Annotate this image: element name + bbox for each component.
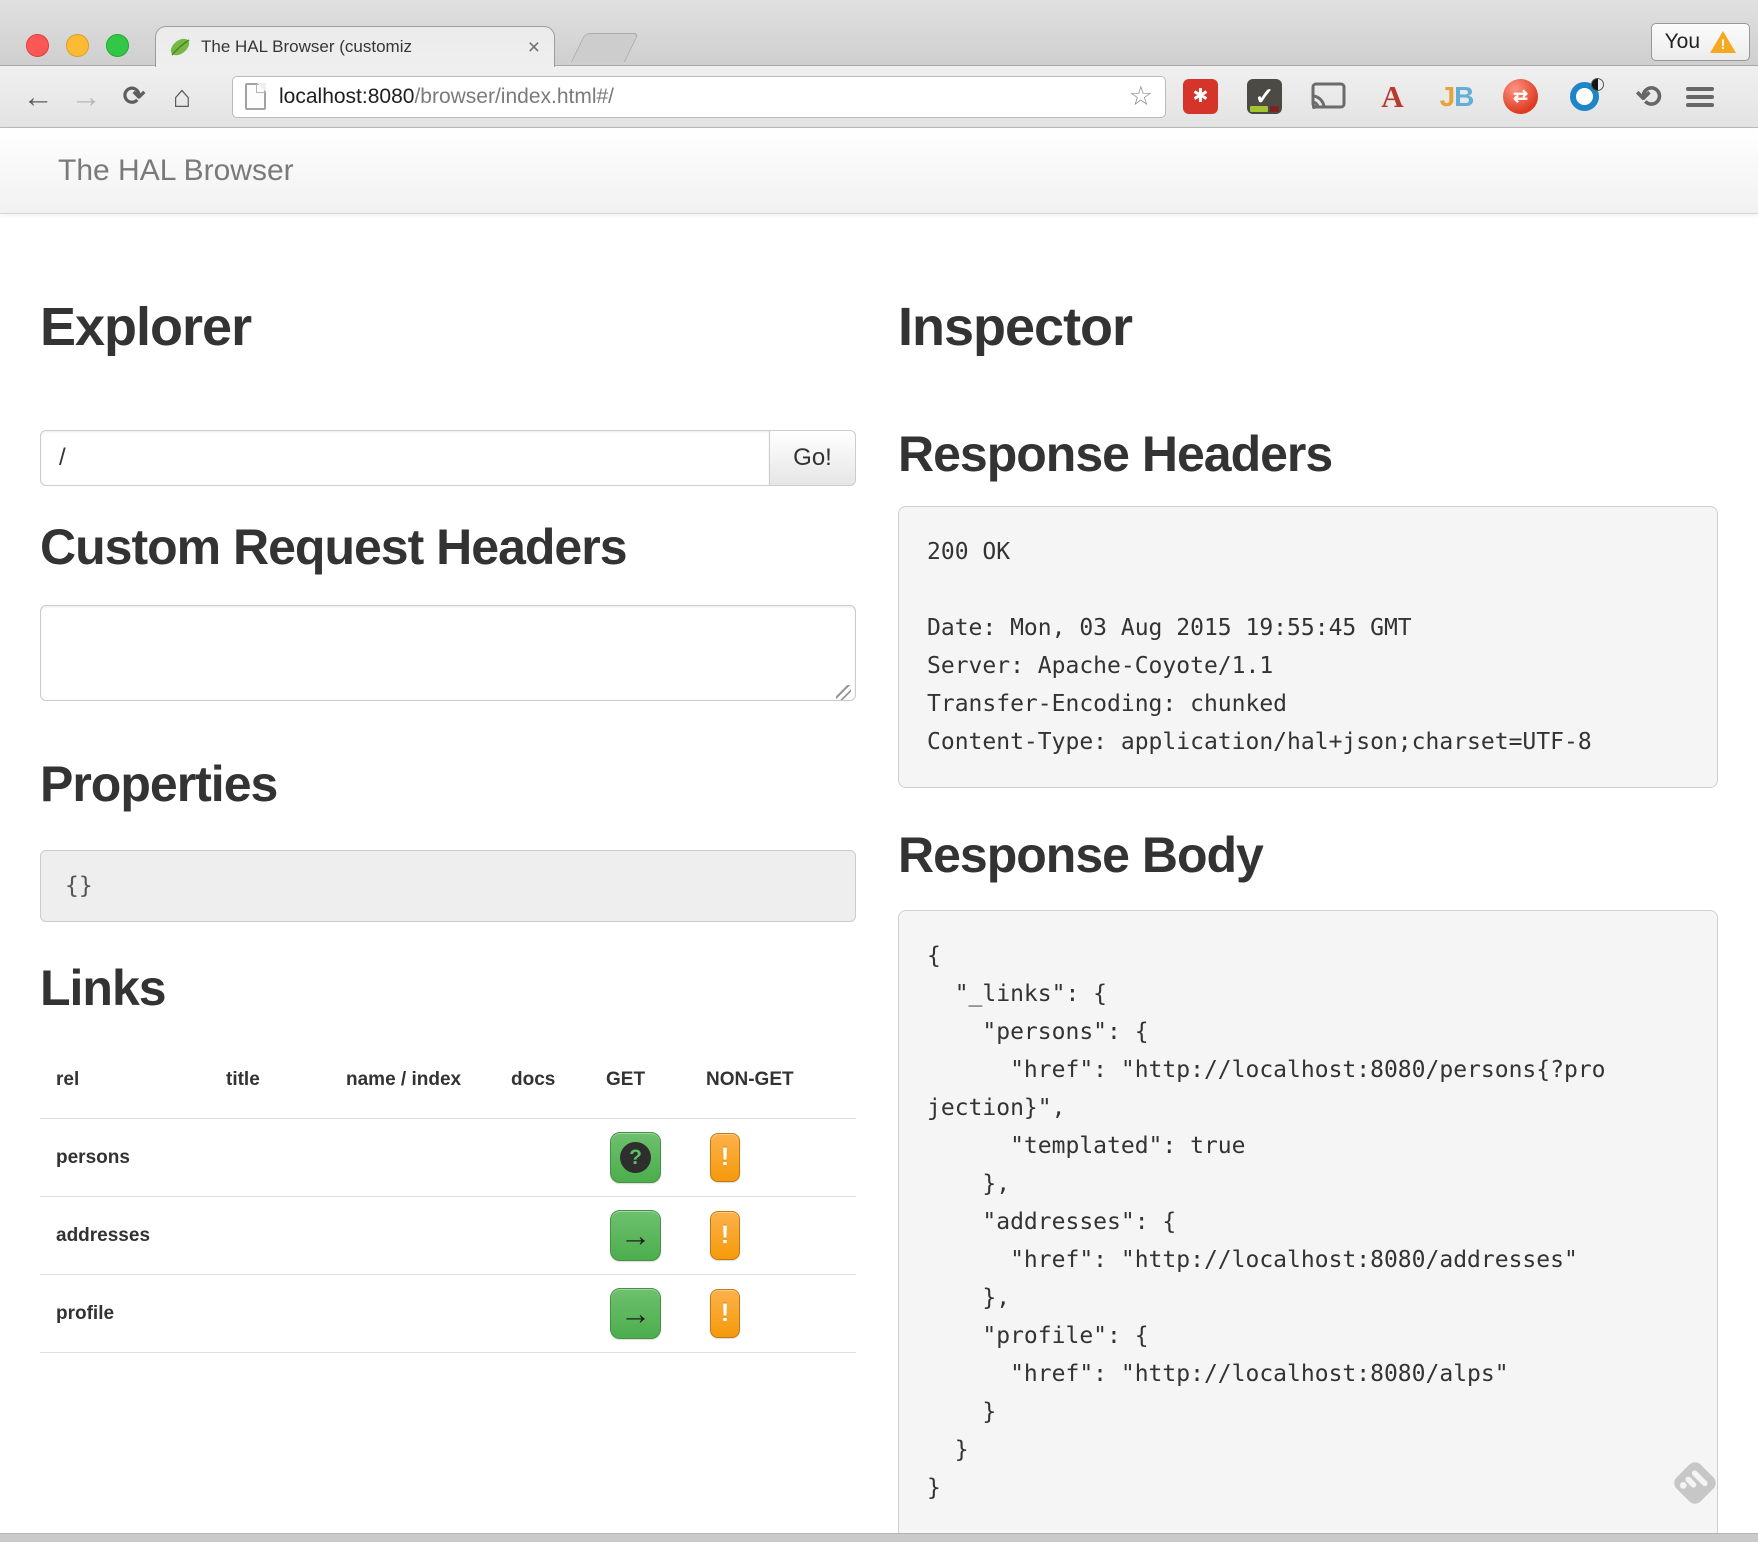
extension-row: ✱ ✓ A JB ⇄ ⟲ (1183, 79, 1666, 114)
custom-request-headers-title: Custom Request Headers (40, 522, 856, 572)
properties-value: {} (65, 873, 93, 899)
jb-extension-icon[interactable]: JB (1439, 79, 1474, 114)
home-icon[interactable]: ⌂ (158, 73, 206, 121)
resize-grip-icon[interactable] (836, 685, 851, 700)
response-body-title: Response Body (898, 830, 1718, 880)
non-get-button[interactable]: ! (710, 1133, 740, 1182)
question-icon: ? (620, 1142, 651, 1173)
page-icon (245, 83, 266, 110)
spring-leaf-favicon (168, 35, 192, 59)
table-row-addresses: addresses → ! (40, 1197, 856, 1275)
response-headers-block: 200 OK Date: Mon, 03 Aug 2015 19:55:45 G… (898, 506, 1718, 788)
table-row-persons: persons ? ! (40, 1119, 856, 1197)
exclamation-icon: ! (721, 1221, 729, 1250)
col-title: title (210, 1069, 330, 1091)
browser-titlebar: The HAL Browser (customiz × You ! (0, 0, 1758, 66)
exclamation-icon: ! (721, 1299, 729, 1328)
reload-icon[interactable]: ⟳ (110, 73, 158, 121)
blue-circle-extension-icon[interactable] (1567, 79, 1602, 114)
bookmark-star-icon[interactable]: ☆ (1129, 81, 1153, 112)
profile-button[interactable]: You ! (1651, 23, 1750, 61)
forward-icon: → (62, 73, 110, 121)
links-title: Links (40, 963, 856, 1013)
explorer-column: Explorer Go! Custom Request Headers Prop… (40, 214, 856, 1542)
explorer-title: Explorer (40, 300, 856, 354)
links-table-header: rel title name / index docs GET NON-GET (40, 1069, 856, 1119)
response-headers-title: Response Headers (898, 429, 1718, 479)
non-get-button[interactable]: ! (710, 1289, 740, 1338)
zoom-window-button[interactable] (106, 34, 129, 57)
response-body-block: { "_links": { "persons": { "href": "http… (898, 910, 1718, 1542)
minimize-window-button[interactable] (66, 34, 89, 57)
col-docs: docs (495, 1069, 590, 1091)
rel-label: profile (40, 1303, 210, 1325)
get-button[interactable]: ? (610, 1132, 661, 1183)
address-bar[interactable]: localhost:8080/browser/index.html#/ ☆ (232, 76, 1166, 118)
col-get: GET (590, 1069, 690, 1091)
checkmark-extension-icon[interactable]: ✓ (1247, 79, 1282, 114)
inspector-title: Inspector (898, 300, 1718, 354)
get-button[interactable]: → (610, 1288, 661, 1339)
main-content: Explorer Go! Custom Request Headers Prop… (0, 214, 1758, 1542)
exclamation-icon: ! (721, 1143, 729, 1172)
table-row-profile: profile → ! (40, 1275, 856, 1353)
non-get-button[interactable]: ! (710, 1211, 740, 1260)
properties-box: {} (40, 850, 856, 922)
url-host: localhost:8080 (279, 85, 414, 108)
custom-headers-wrap (40, 605, 856, 706)
window-bottom-edge (0, 1533, 1758, 1542)
go-button[interactable]: Go! (770, 430, 856, 486)
lastpass-extension-icon[interactable]: ✱ (1183, 79, 1218, 114)
profile-label: You (1665, 30, 1700, 54)
rel-label: persons (40, 1147, 210, 1169)
tab-title: The HAL Browser (customiz (201, 37, 526, 57)
col-name-index: name / index (330, 1069, 495, 1091)
arrow-right-icon: → (620, 1298, 651, 1329)
back-icon[interactable]: ← (14, 73, 62, 121)
history-extension-icon[interactable]: ⟲ (1631, 79, 1666, 114)
browser-tab[interactable]: The HAL Browser (customiz × (155, 26, 555, 67)
arrow-right-icon: → (620, 1220, 651, 1251)
response-body-wrap: { "_links": { "persons": { "href": "http… (898, 910, 1718, 1542)
get-button[interactable]: → (610, 1210, 661, 1261)
url-path: /browser/index.html#/ (414, 85, 614, 108)
url-text[interactable]: localhost:8080/browser/index.html#/ (279, 85, 1121, 109)
col-rel: rel (40, 1069, 210, 1091)
menu-icon[interactable] (1686, 83, 1720, 111)
chromecast-extension-icon[interactable] (1311, 79, 1346, 114)
custom-headers-textarea[interactable] (40, 605, 856, 701)
feedly-mini-icon[interactable] (1671, 1459, 1719, 1507)
sync-extension-icon[interactable]: ⇄ (1503, 79, 1538, 114)
close-window-button[interactable] (26, 34, 49, 57)
tab-close-icon[interactable]: × (526, 37, 542, 58)
explorer-url-input[interactable] (40, 430, 770, 486)
rel-label: addresses (40, 1225, 210, 1247)
links-table: rel title name / index docs GET NON-GET … (40, 1069, 856, 1353)
properties-title: Properties (40, 759, 856, 809)
site-brand[interactable]: The HAL Browser (0, 154, 294, 188)
new-tab-button[interactable] (571, 33, 639, 62)
adblock-extension-icon[interactable]: A (1375, 79, 1410, 114)
window-controls (26, 34, 129, 57)
browser-toolbar: ← → ⟳ ⌂ localhost:8080/browser/index.htm… (0, 66, 1758, 128)
inspector-column: Inspector Response Headers 200 OK Date: … (898, 214, 1718, 1542)
warning-icon: ! (1710, 31, 1736, 53)
explorer-address-group: Go! (40, 430, 856, 486)
site-navbar: The HAL Browser (0, 128, 1758, 214)
col-non-get: NON-GET (690, 1069, 856, 1091)
